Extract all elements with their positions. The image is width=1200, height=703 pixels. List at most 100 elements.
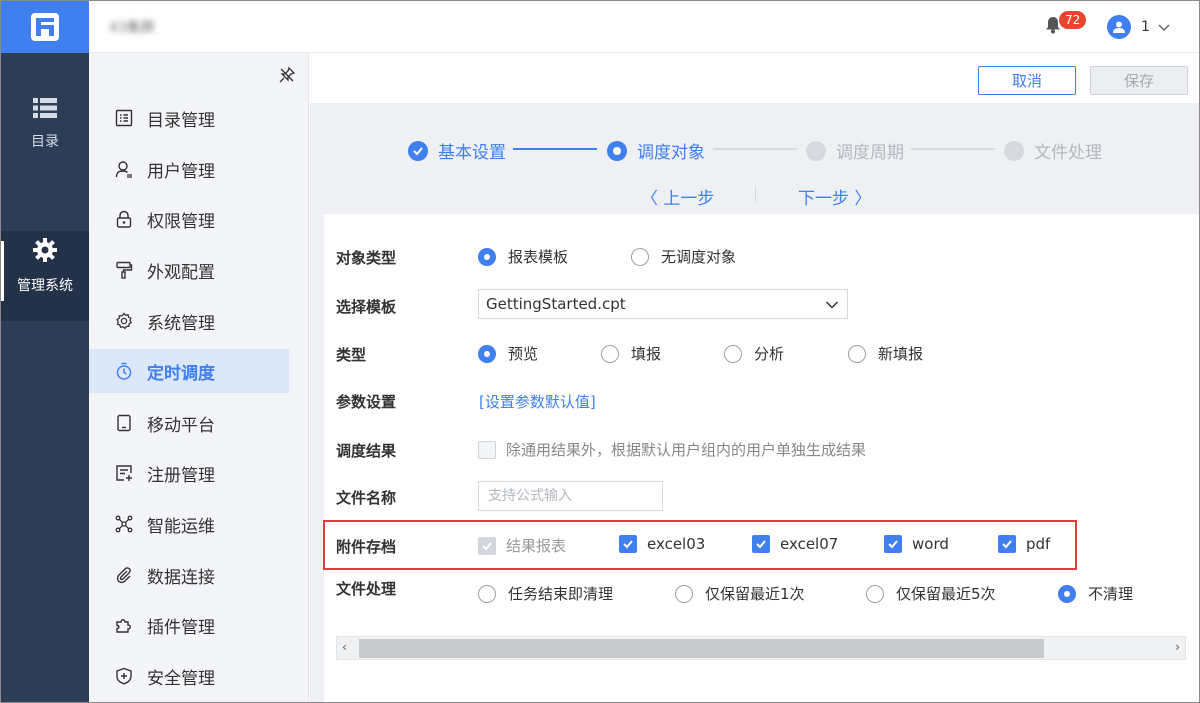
save-button[interactable]: 保存: [1090, 66, 1188, 95]
checkbox-excel07[interactable]: excel07: [752, 535, 838, 553]
radio-new-fill[interactable]: 新填报: [848, 343, 923, 364]
option-label: excel07: [780, 535, 839, 553]
sidebar-item-scheduling[interactable]: 定时调度: [89, 349, 289, 393]
sidebar-item-data-connection[interactable]: 数据连接: [89, 553, 289, 597]
option-label: 仅保留最近5次: [896, 585, 996, 603]
radio-unselected[interactable]: [601, 344, 619, 363]
sidebar-item-appearance[interactable]: 外观配置: [89, 248, 289, 292]
pending-step-icon: [806, 140, 826, 161]
pin-icon[interactable]: [279, 66, 296, 87]
side-menu: 目录管理 用户管理 权限管理 外观配置 系统管理 定时调度 移动平台 注册管理: [89, 53, 309, 702]
checkbox-checked[interactable]: [619, 535, 637, 553]
checkbox-word[interactable]: word: [884, 535, 949, 553]
menu-label: 智能运维: [147, 516, 215, 537]
gear-icon: [33, 238, 57, 262]
rail-item-catalog[interactable]: 目录: [1, 97, 89, 187]
radio-keep-last-5[interactable]: 仅保留最近5次: [866, 583, 996, 604]
menu-label: 移动平台: [147, 415, 215, 436]
radio-unselected[interactable]: [724, 344, 742, 363]
timer-icon: [113, 360, 135, 382]
divider: [755, 186, 756, 202]
step-schedule-object[interactable]: 调度对象: [607, 138, 705, 163]
set-param-defaults-link[interactable]: [设置参数默认值]: [479, 391, 596, 412]
scrollbar-thumb[interactable]: [359, 639, 1044, 658]
radio-selected[interactable]: [478, 247, 496, 266]
sidebar-item-ops[interactable]: 智能运维: [89, 502, 289, 546]
chevron-right-icon: 〉: [849, 189, 872, 209]
sidebar-item-permissions[interactable]: 权限管理: [89, 197, 289, 241]
next-step-link[interactable]: 下一步 〉: [798, 184, 871, 209]
radio-analysis[interactable]: 分析: [724, 343, 784, 364]
pending-step-icon: [1004, 140, 1024, 161]
avatar[interactable]: [1107, 15, 1131, 39]
user-name[interactable]: 1: [1141, 19, 1150, 35]
sidebar-item-users[interactable]: 用户管理: [89, 147, 289, 191]
prev-step-link[interactable]: 〈 上一步: [641, 184, 714, 209]
lock-icon: [113, 208, 135, 230]
template-select[interactable]: GettingStarted.cpt: [478, 289, 848, 319]
form-panel: 对象类型 报表模板 无调度对象 选择模板 GettingStarted.cpt …: [323, 214, 1199, 702]
list-icon: [33, 98, 57, 118]
logo[interactable]: [1, 1, 89, 53]
action-bar: 取消 保存: [310, 53, 1199, 103]
radio-preview[interactable]: 预览: [478, 343, 538, 364]
radio-no-object[interactable]: 无调度对象: [631, 246, 736, 267]
sidebar-item-security[interactable]: 安全管理: [89, 654, 289, 698]
menu-label: 用户管理: [147, 161, 215, 182]
option-label: 无调度对象: [661, 248, 737, 266]
checkbox-checked[interactable]: [884, 535, 902, 553]
radio-unselected[interactable]: [866, 584, 884, 603]
option-label: 新填报: [878, 345, 924, 363]
scroll-left-icon[interactable]: ‹: [342, 640, 347, 654]
radio-no-clean[interactable]: 不清理: [1058, 583, 1133, 604]
sidebar-item-registration[interactable]: 注册管理: [89, 451, 289, 495]
horizontal-scrollbar[interactable]: ‹ ›: [336, 636, 1186, 660]
sidebar-item-system[interactable]: 系统管理: [89, 299, 289, 343]
step-file-processing[interactable]: 文件处理: [1004, 138, 1102, 163]
attachments-label: 附件存档: [336, 538, 397, 556]
checkbox-checked[interactable]: [752, 535, 770, 553]
radio-clean-on-finish[interactable]: 任务结束即清理: [478, 583, 613, 604]
radio-unselected[interactable]: [631, 247, 649, 266]
step-connector: [513, 148, 597, 150]
radio-unselected[interactable]: [848, 344, 866, 363]
menu-label: 外观配置: [147, 262, 215, 283]
template-label: 选择模板: [336, 298, 397, 316]
radio-fill[interactable]: 填报: [601, 343, 661, 364]
checkbox-checked-disabled: [478, 536, 496, 555]
paperclip-icon: [113, 564, 135, 586]
cancel-button[interactable]: 取消: [978, 66, 1076, 95]
step-basic-settings[interactable]: 基本设置: [408, 138, 506, 163]
chevron-down-icon[interactable]: [1157, 19, 1171, 38]
checkbox-pdf[interactable]: pdf: [998, 535, 1050, 553]
step-schedule-period[interactable]: 调度周期: [806, 138, 904, 163]
rail-item-system[interactable]: 管理系统: [1, 231, 89, 321]
radio-unselected[interactable]: [478, 584, 496, 603]
option-label: 结果报表: [506, 537, 567, 555]
register-icon: [113, 462, 135, 484]
menu-label: 插件管理: [147, 617, 215, 638]
radio-keep-last-1[interactable]: 仅保留最近1次: [675, 583, 805, 604]
step-connector: [713, 148, 797, 150]
prev-step-label: 上一步: [663, 189, 715, 209]
checkbox-checked[interactable]: [998, 535, 1016, 553]
scroll-right-icon[interactable]: ›: [1175, 640, 1180, 654]
checkbox-excel03[interactable]: excel03: [619, 535, 705, 553]
checkbox-unchecked[interactable]: [478, 440, 496, 459]
radio-report-template[interactable]: 报表模板: [478, 246, 568, 267]
left-rail: 目录 管理系统: [1, 1, 89, 702]
option-label: 仅保留最近1次: [705, 585, 805, 603]
radio-selected[interactable]: [1058, 584, 1076, 603]
params-label: 参数设置: [336, 393, 397, 411]
sidebar-item-plugins[interactable]: 插件管理: [89, 603, 289, 647]
puzzle-icon: [113, 614, 135, 636]
chevron-down-icon[interactable]: [825, 298, 839, 316]
check-circle-icon: [408, 140, 428, 161]
paint-roller-icon: [113, 259, 135, 281]
filename-input[interactable]: [478, 481, 663, 511]
sidebar-item-catalog[interactable]: 目录管理: [89, 96, 289, 140]
radio-unselected[interactable]: [675, 584, 693, 603]
checkbox-user-results[interactable]: 除通用结果外，根据默认用户组内的用户单独生成结果: [478, 439, 866, 460]
sidebar-item-mobile[interactable]: 移动平台: [89, 401, 289, 445]
radio-selected[interactable]: [478, 344, 496, 363]
